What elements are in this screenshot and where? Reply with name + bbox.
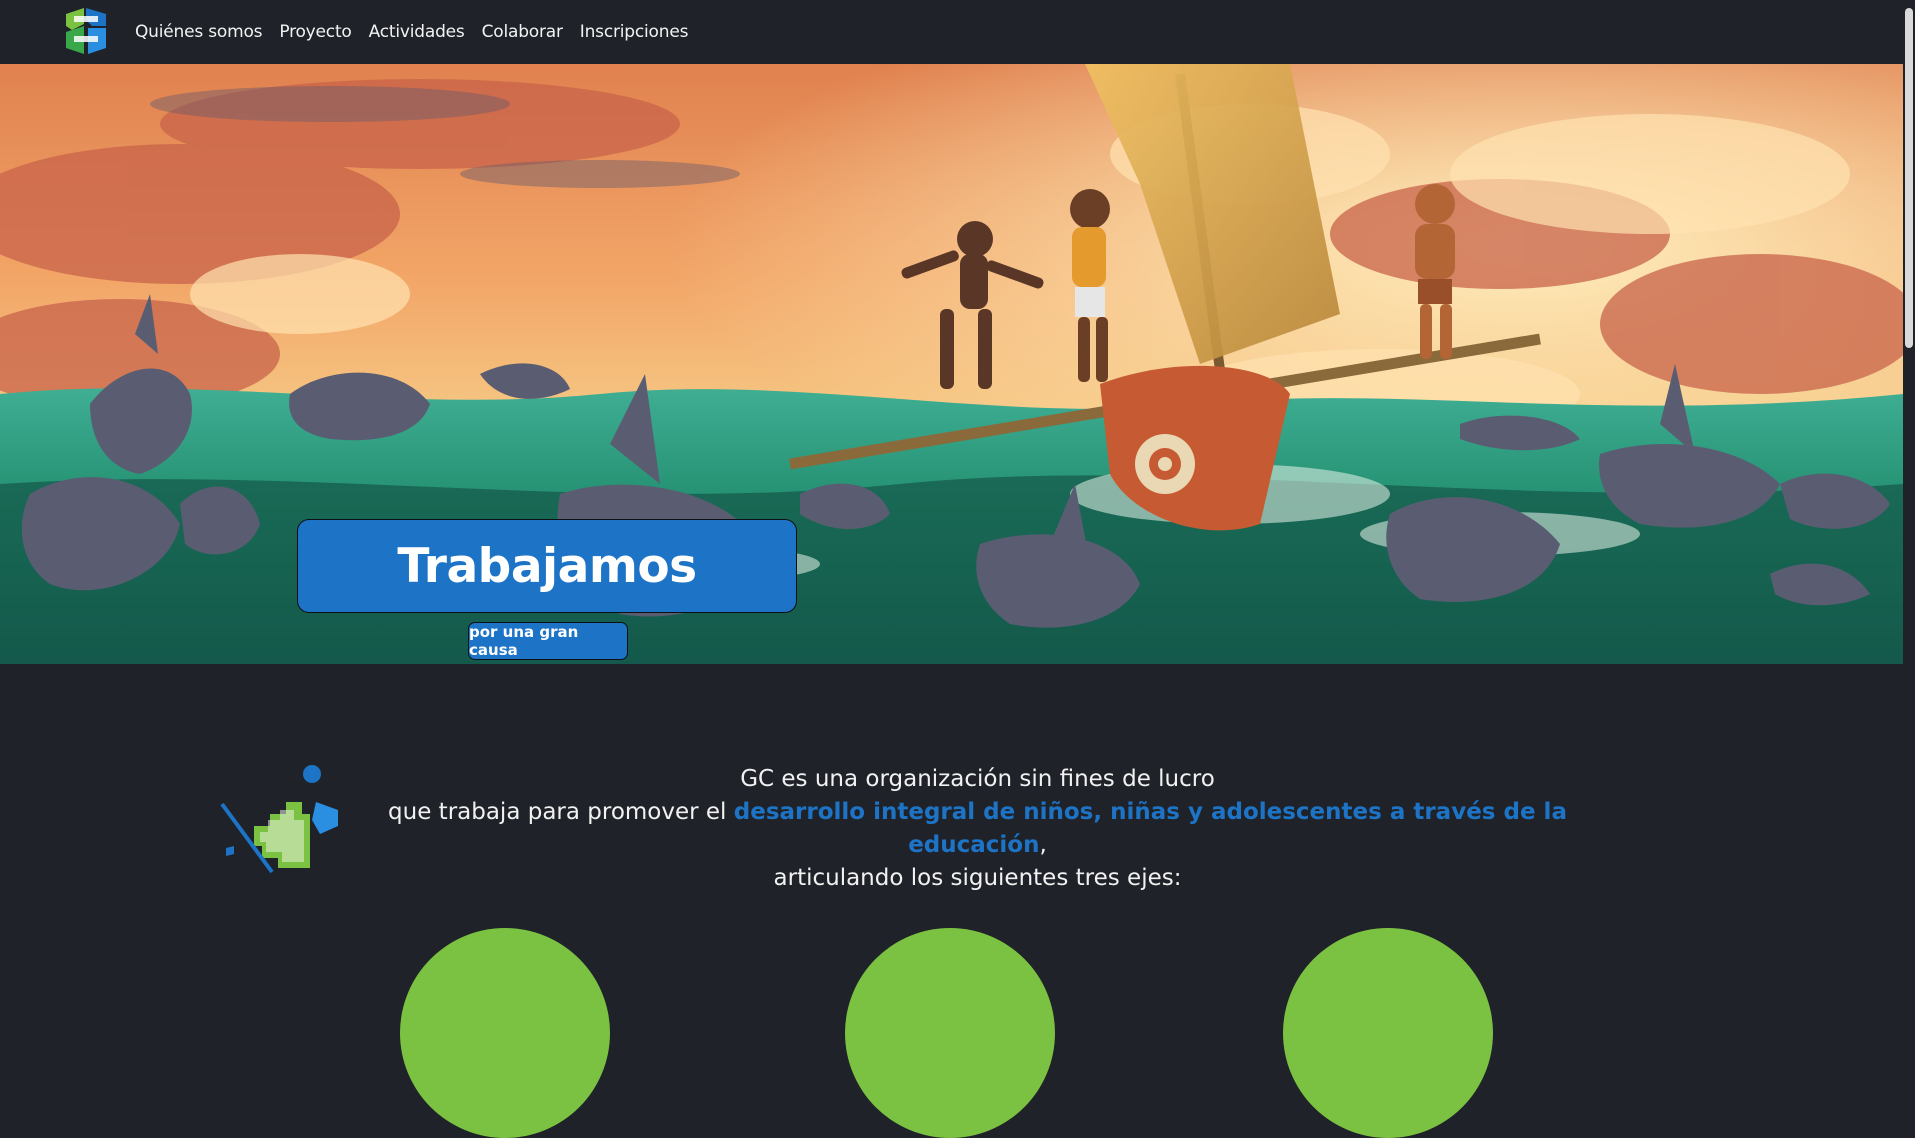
intro-line-1: GC es una organización sin fines de lucr… (740, 766, 1215, 792)
axis-circle-2 (845, 928, 1055, 1138)
logo-icon[interactable] (62, 6, 110, 56)
intro-line-2-post: , (1039, 832, 1047, 858)
stairs-figure-icon (220, 765, 338, 874)
nav-link-inscripciones[interactable]: Inscripciones (580, 22, 689, 42)
scrollbar-thumb[interactable] (1905, 8, 1913, 348)
hero-banner: Trabajamos por una gran causa (0, 64, 1903, 664)
intro-line-2: que trabaja para promover el desarrollo … (345, 796, 1610, 862)
nav-link-proyecto[interactable]: Proyecto (279, 22, 352, 42)
nav-link-colaborar[interactable]: Colaborar (482, 22, 563, 42)
cause-button[interactable]: por una gran causa (468, 622, 628, 660)
intro-highlight: desarrollo integral de niños, niñas y ad… (733, 799, 1567, 858)
nav-link-actividades[interactable]: Actividades (369, 22, 465, 42)
intro-text: GC es una organización sin fines de lucr… (345, 763, 1610, 895)
intro-line-3: articulando los siguientes tres ejes: (773, 865, 1182, 891)
hero-title-box: Trabajamos (297, 519, 797, 613)
hero-title: Trabajamos (397, 538, 697, 594)
nav-links: Quiénes somos Proyecto Actividades Colab… (135, 0, 705, 64)
top-navbar: Quiénes somos Proyecto Actividades Colab… (0, 0, 1903, 64)
page-scrollbar[interactable] (1903, 0, 1915, 946)
axis-circle-3 (1283, 928, 1493, 1138)
intro-line-2-pre: que trabaja para promover el (388, 799, 734, 825)
axis-circle-1 (400, 928, 610, 1138)
hero-illustration (0, 64, 1903, 664)
nav-link-quienes-somos[interactable]: Quiénes somos (135, 22, 263, 42)
